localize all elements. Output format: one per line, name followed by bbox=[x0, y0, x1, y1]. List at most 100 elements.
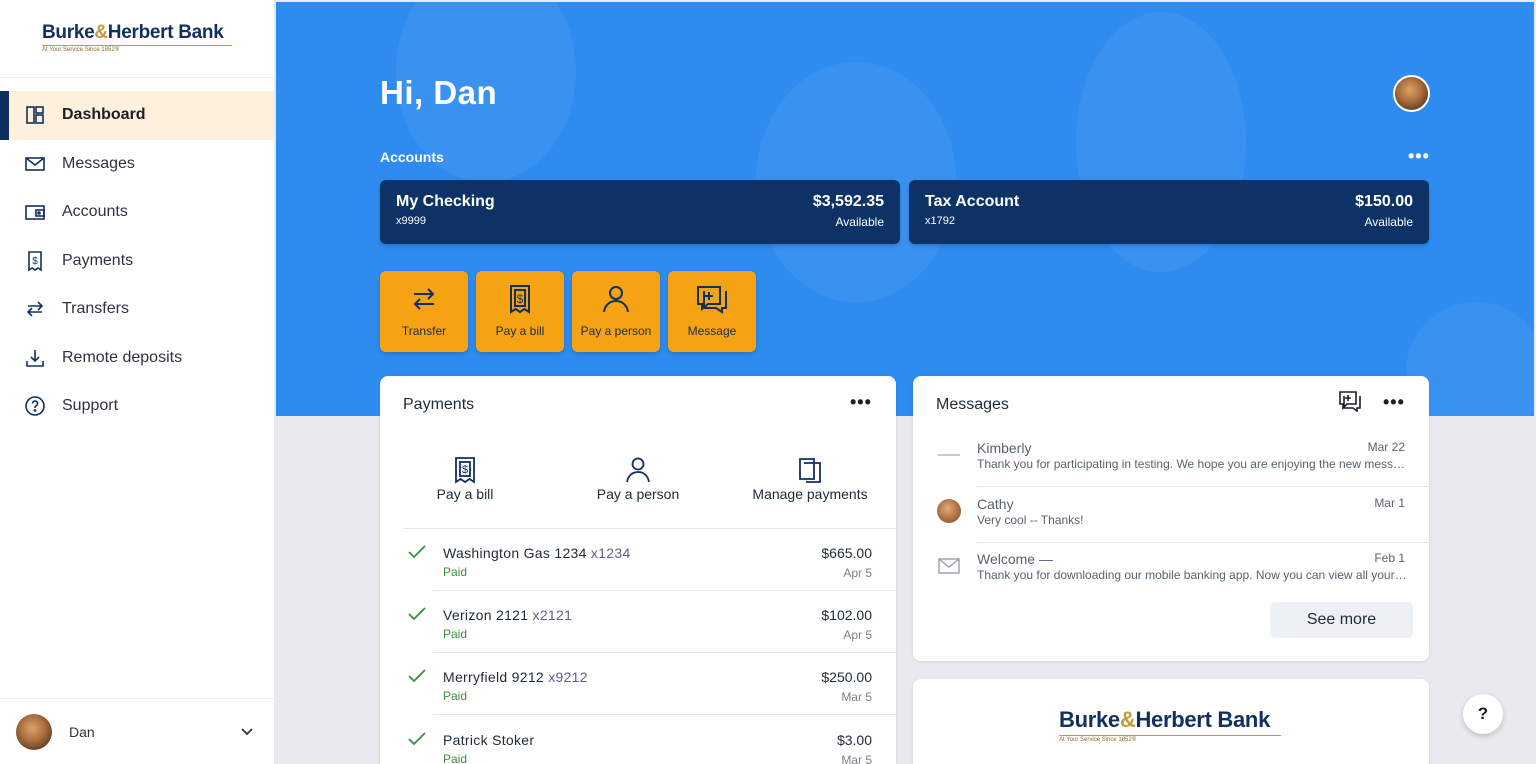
account-card-tax[interactable]: Tax Account x1792 $150.00 Available bbox=[909, 180, 1429, 244]
documents-icon bbox=[748, 456, 872, 486]
chevron-down-icon bbox=[241, 723, 253, 741]
message-preview: Very cool -- Thanks! bbox=[977, 513, 1084, 527]
payment-amount: $3.00 bbox=[836, 732, 872, 748]
table-row[interactable]: Merryfield 9212 x9212 Paid $250.00 Mar 5 bbox=[380, 653, 896, 715]
svg-text:$: $ bbox=[32, 256, 38, 267]
person-icon bbox=[588, 456, 688, 486]
svg-text:$: $ bbox=[517, 292, 524, 306]
list-item[interactable]: Welcome — Feb 1 Thank you for downloadin… bbox=[913, 542, 1429, 598]
payment-status: Paid bbox=[443, 565, 468, 579]
quick-action-pay-person[interactable]: Pay a person bbox=[572, 271, 660, 352]
avatar bbox=[16, 713, 52, 750]
account-balance: $3,592.35 bbox=[812, 193, 884, 210]
avatar[interactable] bbox=[1393, 75, 1430, 112]
payments-card: Payments ••• $ Pay a bill Pay a person M… bbox=[380, 376, 896, 764]
payment-status: Paid bbox=[443, 689, 468, 703]
person-icon bbox=[601, 283, 631, 315]
bill-icon: $ bbox=[420, 456, 510, 486]
pay-action-label: Pay a person bbox=[596, 486, 680, 502]
check-icon bbox=[408, 607, 426, 626]
dashboard-icon bbox=[24, 104, 46, 126]
sidebar-item-payments[interactable]: $ Payments bbox=[0, 237, 274, 286]
table-row[interactable]: Washington Gas 1234 x1234 Paid $665.00 A… bbox=[380, 529, 896, 591]
compose-message-icon[interactable] bbox=[1338, 390, 1362, 417]
divider bbox=[433, 714, 896, 715]
payment-amount: $250.00 bbox=[821, 669, 872, 685]
quick-action-pay-bill[interactable]: $ Pay a bill bbox=[476, 271, 564, 352]
sidebar-item-support[interactable]: Support bbox=[0, 382, 274, 431]
hero-banner: Hi, Dan Accounts ••• My Checking x9999 $… bbox=[276, 2, 1534, 416]
help-button[interactable]: ? bbox=[1463, 694, 1503, 734]
check-icon bbox=[408, 732, 426, 751]
svg-text:$: $ bbox=[462, 464, 468, 476]
sidebar-item-messages[interactable]: Messages bbox=[0, 140, 274, 189]
bill-icon: $ bbox=[24, 250, 46, 272]
list-item[interactable]: Cathy Mar 1 Very cool -- Thanks! bbox=[913, 487, 1429, 543]
sidebar-item-label: Payments bbox=[62, 251, 134, 269]
accounts-heading: Accounts bbox=[380, 149, 444, 165]
user-menu[interactable]: Dan bbox=[0, 698, 275, 764]
account-number: x9999 bbox=[396, 215, 426, 227]
sidebar-item-label: Remote deposits bbox=[62, 348, 183, 366]
sidebar-nav: Dashboard Messages Accounts $ Payments T… bbox=[0, 91, 274, 431]
table-row[interactable]: Patrick Stoker Paid $3.00 Mar 5 bbox=[380, 716, 896, 764]
payment-date: Mar 5 bbox=[841, 753, 872, 764]
payment-date: Mar 5 bbox=[841, 690, 872, 704]
pay-bill-button[interactable]: $ Pay a bill bbox=[420, 456, 510, 502]
sidebar-item-label: Dashboard bbox=[62, 106, 146, 124]
check-icon bbox=[408, 545, 426, 564]
envelope-icon bbox=[24, 153, 46, 175]
sidebar-item-remote-deposits[interactable]: Remote deposits bbox=[0, 334, 274, 383]
list-item[interactable]: Kimberly Mar 22 Thank you for participat… bbox=[913, 431, 1429, 487]
message-preview: Thank you for downloading our mobile ban… bbox=[977, 568, 1409, 582]
message-sender: Welcome — bbox=[977, 551, 1053, 567]
message-preview: Thank you for participating in testing. … bbox=[977, 457, 1409, 471]
pay-person-button[interactable]: Pay a person bbox=[588, 456, 688, 502]
messages-card: Messages ••• Kimberly Mar 22 Thank you f… bbox=[913, 376, 1429, 661]
sidebar-item-dashboard[interactable]: Dashboard bbox=[0, 91, 274, 140]
payment-status: Paid bbox=[443, 752, 468, 764]
brand-logo[interactable]: Burke&Herbert Bank At Your Service Since… bbox=[0, 0, 274, 78]
payments-actions: $ Pay a bill Pay a person Manage payment… bbox=[380, 456, 896, 528]
account-balance: $150.00 bbox=[1355, 193, 1413, 210]
table-row[interactable]: Verizon 2121 x2121 Paid $102.00 Apr 5 bbox=[380, 591, 896, 653]
quick-action-label: Transfer bbox=[401, 324, 447, 338]
compose-message-icon bbox=[696, 283, 728, 315]
brand-name: Burke&Herbert Bank bbox=[42, 22, 224, 43]
pay-action-label: Pay a bill bbox=[436, 486, 494, 502]
quick-action-message[interactable]: Message bbox=[668, 271, 756, 352]
account-name: My Checking bbox=[396, 193, 495, 210]
messages-more-button[interactable]: ••• bbox=[1383, 392, 1405, 413]
sidebar-item-label: Transfers bbox=[62, 300, 129, 318]
quick-action-label: Pay a person bbox=[580, 324, 652, 338]
manage-payments-button[interactable]: Manage payments bbox=[748, 456, 872, 502]
sidebar-item-transfers[interactable]: Transfers bbox=[0, 285, 274, 334]
payments-more-button[interactable]: ••• bbox=[850, 392, 872, 413]
payment-status: Paid bbox=[443, 627, 468, 641]
sidebar-item-accounts[interactable]: Accounts bbox=[0, 188, 274, 237]
brand-name: Burke&Herbert Bank bbox=[1059, 707, 1271, 732]
payment-amount: $102.00 bbox=[821, 607, 872, 623]
sidebar: Burke&Herbert Bank At Your Service Since… bbox=[0, 0, 275, 764]
message-date: Mar 1 bbox=[1374, 496, 1405, 510]
sender-logo-icon bbox=[937, 443, 961, 467]
message-sender: Kimberly bbox=[977, 440, 1032, 456]
help-circle-icon bbox=[24, 395, 46, 417]
brand-tagline: At Your Service Since 1852® bbox=[42, 45, 232, 53]
user-name: Dan bbox=[69, 723, 95, 740]
account-card-checking[interactable]: My Checking x9999 $3,592.35 Available bbox=[380, 180, 900, 244]
pay-action-label: Manage payments bbox=[752, 486, 868, 502]
transfer-icon bbox=[410, 283, 438, 315]
accounts-more-button[interactable]: ••• bbox=[1408, 146, 1430, 167]
payments-title: Payments bbox=[403, 396, 475, 413]
see-more-button[interactable]: See more bbox=[1270, 602, 1413, 638]
check-icon bbox=[408, 669, 426, 688]
download-icon bbox=[24, 347, 46, 369]
sidebar-item-label: Accounts bbox=[62, 203, 128, 221]
quick-action-label: Message bbox=[687, 324, 737, 338]
account-name: Tax Account bbox=[925, 193, 1020, 210]
quick-action-label: Pay a bill bbox=[495, 324, 545, 338]
account-balance-label: Available bbox=[835, 215, 884, 229]
quick-action-transfer[interactable]: Transfer bbox=[380, 271, 468, 352]
payment-date: Apr 5 bbox=[843, 566, 872, 580]
